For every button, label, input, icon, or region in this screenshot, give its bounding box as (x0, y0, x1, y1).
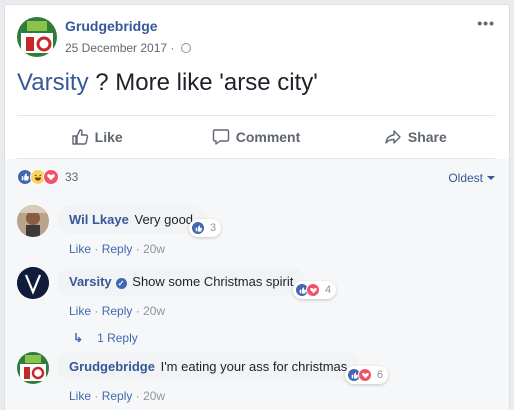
commenter-avatar[interactable] (17, 205, 49, 237)
comment-button[interactable]: Comment (176, 116, 335, 158)
comment-bubble: Grudgebridge I'm eating your ass for chr… (57, 352, 360, 381)
reactions-summary: 33 Oldest (5, 159, 509, 197)
comment-time[interactable]: 20w (143, 389, 165, 403)
comment-bubble: Wil Lkaye Very good (57, 205, 206, 234)
view-replies-link[interactable]: ↳ 1 Reply (73, 331, 138, 345)
comment-reaction-count: 3 (210, 222, 217, 234)
comment-like-link[interactable]: Like (69, 304, 91, 318)
comment-reactions[interactable]: 4 (293, 281, 337, 299)
meta-separator: · (135, 304, 140, 318)
order-label: Oldest (448, 171, 483, 185)
date-separator: · (170, 41, 175, 55)
like-reaction-icon (191, 221, 205, 235)
meta-separator: · (94, 242, 99, 256)
comment-reply-link[interactable]: Reply (102, 389, 133, 403)
comment-like-link[interactable]: Like (69, 389, 91, 403)
post-date[interactable]: 25 December 2017 (65, 41, 167, 55)
post-action-bar: Like Comment Share (17, 115, 495, 159)
comment-reaction-count: 4 (325, 284, 332, 296)
comment-reactions[interactable]: 3 (189, 219, 222, 237)
comment-time[interactable]: 20w (143, 242, 165, 256)
comment-label: Comment (235, 129, 301, 145)
comment-like-link[interactable]: Like (69, 242, 91, 256)
post-text: Varsity ? More like 'arse city' (17, 69, 318, 97)
ellipsis-icon[interactable]: ••• (477, 15, 495, 31)
caret-down-icon (487, 176, 495, 180)
share-button[interactable]: Share (336, 116, 495, 158)
post-author[interactable]: Grudgebridge (65, 18, 158, 34)
comment-reaction-count: 6 (377, 369, 384, 381)
commenter-name[interactable]: Wil Lkaye (69, 212, 129, 227)
comment-order-select[interactable]: Oldest (448, 171, 495, 185)
post-text-body: ? More like 'arse city' (88, 69, 318, 96)
comment-text: Very good (134, 212, 194, 227)
page-avatar[interactable] (17, 17, 57, 57)
meta-separator: · (94, 304, 99, 318)
comment-text: Show some Christmas spirit (132, 274, 294, 289)
reply-arrow-icon: ↳ (73, 331, 84, 345)
reaction-icons[interactable]: 33 (17, 169, 78, 185)
thumbs-up-icon (71, 129, 88, 145)
commenter-name[interactable]: Varsity (69, 274, 112, 289)
comment-reply-link[interactable]: Reply (102, 304, 133, 318)
verified-badge-icon: ✓ (115, 278, 127, 289)
share-arrow-icon (385, 130, 401, 144)
like-button[interactable]: Like (17, 116, 176, 158)
love-reaction-icon (43, 169, 59, 185)
comment-bubble: Varsity ✓ Show some Christmas spirit (57, 267, 306, 296)
comment-meta: Like · Reply · 20w (69, 389, 165, 403)
comment-reactions[interactable]: 6 (345, 366, 389, 384)
like-label: Like (94, 129, 123, 145)
share-label: Share (407, 129, 447, 145)
commenter-avatar[interactable] (17, 352, 49, 384)
reaction-count: 33 (65, 170, 79, 184)
comment-reply-link[interactable]: Reply (102, 242, 133, 256)
comment-text: I'm eating your ass for christmas (160, 359, 348, 374)
commenter-name[interactable]: Grudgebridge (69, 359, 155, 374)
meta-separator: · (135, 389, 140, 403)
love-reaction-icon (306, 283, 320, 297)
globe-icon (180, 43, 191, 53)
commenter-avatar[interactable] (17, 267, 49, 299)
speech-bubble-icon (212, 129, 229, 145)
meta-separator: · (94, 389, 99, 403)
comment-meta: Like · Reply · 20w (69, 304, 165, 318)
comment-meta: Like · Reply · 20w (69, 242, 165, 256)
love-reaction-icon (358, 368, 372, 382)
post-date-line: 25 December 2017 · (65, 41, 191, 55)
post-card: Grudgebridge 25 December 2017 · ••• Vars… (4, 4, 510, 410)
comment-time[interactable]: 20w (143, 304, 165, 318)
replies-label: 1 Reply (97, 331, 138, 345)
meta-separator: · (135, 242, 140, 256)
post-text-link[interactable]: Varsity (17, 69, 89, 96)
